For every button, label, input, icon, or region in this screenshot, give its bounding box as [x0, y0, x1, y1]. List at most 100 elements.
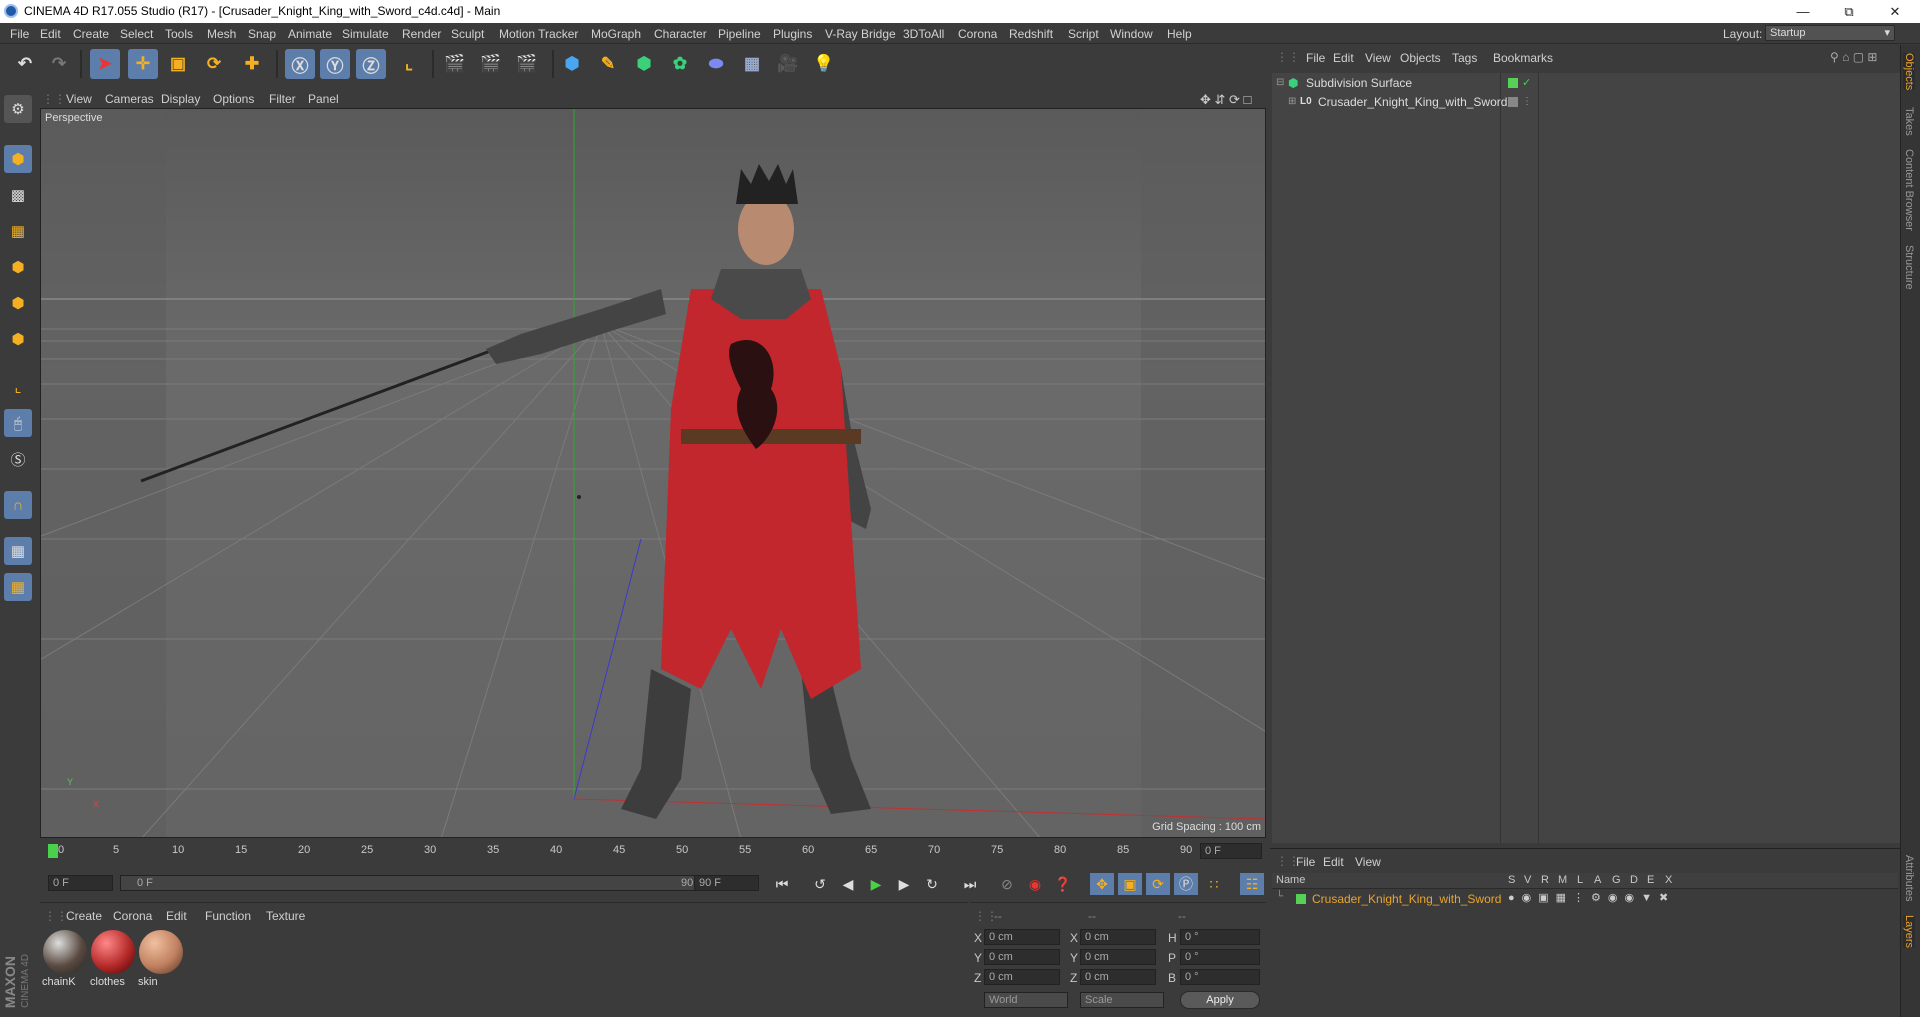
- render-settings-icon[interactable]: 🎬: [512, 49, 542, 79]
- y-axis-icon[interactable]: Ⓨ: [320, 49, 350, 79]
- position-x-field[interactable]: 0 cm: [984, 929, 1060, 945]
- tweak-mode-icon[interactable]: 🖰: [4, 409, 32, 437]
- scale-tool-icon[interactable]: ▣: [163, 49, 193, 79]
- viewport-menu-options[interactable]: Options: [213, 92, 254, 106]
- menu-render[interactable]: Render: [402, 27, 441, 41]
- points-mode-icon[interactable]: ⬢: [4, 253, 32, 281]
- undo-icon[interactable]: ↶: [10, 49, 40, 79]
- menu-help[interactable]: Help: [1167, 27, 1192, 41]
- magnet-icon[interactable]: ∩: [4, 491, 32, 519]
- search-icon[interactable]: ⚲ ⌂ ▢ ⊞: [1830, 50, 1877, 64]
- rotation-b-field[interactable]: 0 °: [1180, 969, 1260, 985]
- material-clothes[interactable]: clothes: [90, 930, 136, 990]
- keyframe-selection-icon[interactable]: ❓: [1051, 873, 1075, 895]
- menu-vray-bridge[interactable]: V-Ray Bridge: [825, 27, 896, 41]
- coordinate-system-icon[interactable]: ⌞: [394, 49, 424, 79]
- objects-menu-view[interactable]: View: [1365, 51, 1391, 65]
- minimize-icon[interactable]: —: [1780, 0, 1826, 23]
- key-scale-icon[interactable]: ▣: [1118, 873, 1142, 895]
- size-y-field[interactable]: 0 cm: [1080, 949, 1156, 965]
- previous-frame-icon[interactable]: ◀: [836, 873, 860, 895]
- checkmark-icon[interactable]: ✓: [1522, 74, 1531, 92]
- apply-button[interactable]: Apply: [1180, 991, 1260, 1009]
- key-rotation-icon[interactable]: ⟳: [1146, 873, 1170, 895]
- menu-mesh[interactable]: Mesh: [207, 27, 236, 41]
- workplane-lock-icon[interactable]: ▦: [4, 537, 32, 565]
- menu-character[interactable]: Character: [654, 27, 707, 41]
- key-pla-icon[interactable]: ∷: [1202, 873, 1226, 895]
- camera-icon[interactable]: 🎥: [773, 49, 803, 79]
- rotate-tool-icon[interactable]: ⟳: [199, 49, 229, 79]
- coord-mode-select[interactable]: Scale: [1080, 992, 1164, 1008]
- tab-takes[interactable]: Takes: [1903, 107, 1915, 136]
- viewport-menu-view[interactable]: View: [66, 92, 92, 106]
- transform-tool-icon[interactable]: ✚: [237, 49, 267, 79]
- menu-plugins[interactable]: Plugins: [773, 27, 812, 41]
- timeline-window-icon[interactable]: ☷: [1240, 873, 1264, 895]
- material-menu-texture[interactable]: Texture: [266, 909, 305, 923]
- menu-file[interactable]: File: [10, 27, 29, 41]
- position-z-field[interactable]: 0 cm: [984, 969, 1060, 985]
- go-to-start-icon[interactable]: ⏮: [770, 873, 794, 895]
- viewport-menu-cameras[interactable]: Cameras: [105, 92, 154, 106]
- rotation-h-field[interactable]: 0 °: [1180, 929, 1260, 945]
- make-editable-icon[interactable]: ⚙: [4, 95, 32, 123]
- edges-mode-icon[interactable]: ⬢: [4, 289, 32, 317]
- objects-menu-tags[interactable]: Tags: [1452, 51, 1477, 65]
- pen-spline-icon[interactable]: ✎: [593, 49, 623, 79]
- viewport-nav-icons[interactable]: ✥ ⇵ ⟳ □: [1200, 92, 1251, 108]
- menu-animate[interactable]: Animate: [288, 27, 332, 41]
- autokey-icon[interactable]: ◉: [1023, 873, 1047, 895]
- timeline-ruler[interactable]: 0 5 10 15 20 25 30 35 40 45 50 55 60 65 …: [40, 840, 1266, 862]
- menu-simulate[interactable]: Simulate: [342, 27, 389, 41]
- layer-toggle-icons[interactable]: ●◉▣▦⋮⚙◉◉▼✖: [1508, 891, 1675, 904]
- layers-menu-file[interactable]: File: [1296, 855, 1315, 869]
- material-chaink[interactable]: chainK: [42, 930, 88, 990]
- menu-motion-tracker[interactable]: Motion Tracker: [499, 27, 578, 41]
- tab-attributes[interactable]: Attributes: [1903, 855, 1915, 901]
- deformer-icon[interactable]: ⬬: [701, 49, 731, 79]
- frame-range-slider[interactable]: 0 F 90 F: [120, 875, 720, 891]
- cube-object-icon[interactable]: ⬢: [557, 49, 587, 79]
- close-icon[interactable]: ✕: [1872, 0, 1918, 23]
- viewport-menu-panel[interactable]: Panel: [308, 92, 339, 106]
- tab-structure[interactable]: Structure: [1903, 245, 1915, 290]
- axis-mode-icon[interactable]: ⌞: [4, 373, 32, 401]
- layout-dropdown[interactable]: Startup ▾: [1765, 25, 1895, 41]
- render-picture-viewer-icon[interactable]: 🎬: [476, 49, 506, 79]
- rotation-p-field[interactable]: 0 °: [1180, 949, 1260, 965]
- menu-sculpt[interactable]: Sculpt: [451, 27, 484, 41]
- material-menu-create[interactable]: Create: [66, 909, 102, 923]
- material-skin[interactable]: skin: [138, 930, 184, 990]
- start-frame-field[interactable]: 0 F: [48, 875, 113, 891]
- size-x-field[interactable]: 0 cm: [1080, 929, 1156, 945]
- object-row-knight[interactable]: ⊞ L0 Crusader_Knight_King_with_Sword ⋮: [1272, 93, 1900, 111]
- locked-workplane-icon[interactable]: ▦: [4, 573, 32, 601]
- layer-row[interactable]: └ Crusader_Knight_King_with_Sword ●◉▣▦⋮⚙…: [1272, 891, 1898, 907]
- previous-key-icon[interactable]: ↺: [808, 873, 832, 895]
- menu-redshift[interactable]: Redshift: [1009, 27, 1053, 41]
- redo-icon[interactable]: ↷: [44, 49, 74, 79]
- viewport-menu-filter[interactable]: Filter: [269, 92, 296, 106]
- play-icon[interactable]: ▶: [864, 873, 888, 895]
- z-axis-icon[interactable]: Ⓩ: [356, 49, 386, 79]
- tab-objects[interactable]: Objects: [1903, 53, 1915, 91]
- workplane-mode-icon[interactable]: ▦: [4, 217, 32, 245]
- restore-icon[interactable]: ⧉: [1826, 0, 1872, 23]
- expand-icon[interactable]: ⊞: [1288, 93, 1296, 111]
- material-menu-edit[interactable]: Edit: [166, 909, 187, 923]
- tab-layers[interactable]: Layers: [1903, 915, 1915, 949]
- material-menu-corona[interactable]: Corona: [113, 909, 152, 923]
- menu-3dtoall[interactable]: 3DToAll: [903, 27, 944, 41]
- menu-edit[interactable]: Edit: [40, 27, 61, 41]
- move-tool-icon[interactable]: ✛: [128, 49, 158, 79]
- live-selection-icon[interactable]: ➤: [90, 49, 120, 79]
- texture-mode-icon[interactable]: ▩: [4, 181, 32, 209]
- size-z-field[interactable]: 0 cm: [1080, 969, 1156, 985]
- light-icon[interactable]: 💡: [809, 49, 839, 79]
- layer-color-swatch[interactable]: [1296, 894, 1306, 904]
- x-axis-icon[interactable]: Ⓧ: [285, 49, 315, 79]
- render-view-icon[interactable]: 🎬: [440, 49, 470, 79]
- collapse-icon[interactable]: ⊟: [1276, 74, 1284, 92]
- visibility-dots-icon[interactable]: ⋮: [1522, 93, 1532, 111]
